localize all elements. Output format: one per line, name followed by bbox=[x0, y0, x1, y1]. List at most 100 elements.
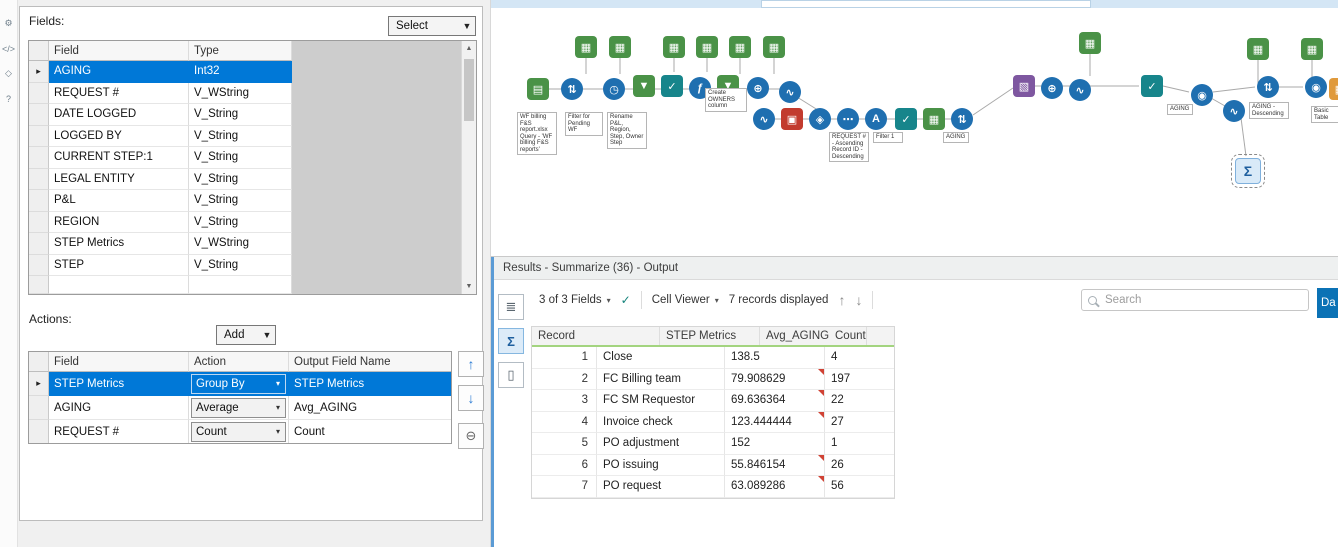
row-selector-cell[interactable] bbox=[29, 190, 49, 212]
action-field-cell[interactable]: REQUEST # bbox=[49, 420, 189, 443]
browse-tool-icon[interactable]: ◉ bbox=[1305, 76, 1327, 98]
actions-header-field[interactable]: Field bbox=[49, 352, 189, 372]
sort-tool-icon[interactable]: ⇅ bbox=[561, 78, 583, 100]
sort-tool-icon[interactable]: ⇅ bbox=[1257, 76, 1279, 98]
scroll-down-icon[interactable]: ▼ bbox=[462, 279, 476, 294]
results-row[interactable]: 5 PO adjustment 152 1 bbox=[532, 433, 894, 455]
field-row[interactable]: CURRENT STEP:1 V_String bbox=[29, 147, 461, 169]
canvas-horizontal-scrollbar[interactable] bbox=[491, 0, 1338, 8]
results-row[interactable]: 4 Invoice check 123.444444 27 bbox=[532, 411, 894, 433]
browse-anchor-icon[interactable]: ▦ bbox=[1247, 38, 1269, 60]
apply-check-icon[interactable]: ✓ bbox=[621, 293, 631, 307]
transform-tool-icon[interactable]: ∿ bbox=[779, 81, 801, 103]
results-row[interactable]: 7 PO request 63.089286 56 bbox=[532, 476, 894, 498]
results-input-anchor-icon[interactable]: ≣ bbox=[498, 294, 524, 320]
step-metrics-cell[interactable]: Invoice check bbox=[597, 411, 725, 433]
field-name-cell[interactable]: AGING bbox=[49, 61, 189, 83]
browse-anchor-icon[interactable]: ▦ bbox=[1301, 38, 1323, 60]
field-type-cell[interactable]: V_String bbox=[189, 254, 292, 276]
count-cell[interactable]: 4 bbox=[825, 347, 894, 369]
row-selector-cell[interactable] bbox=[29, 82, 49, 104]
browse-anchor-icon[interactable]: ▦ bbox=[1079, 32, 1101, 54]
code-icon[interactable]: </> bbox=[1, 41, 16, 56]
field-row[interactable]: REGION V_String bbox=[29, 211, 461, 233]
step-metrics-cell[interactable]: FC SM Requestor bbox=[597, 390, 725, 412]
sample-tool-icon[interactable]: ▧ bbox=[1013, 75, 1035, 97]
browse-anchor-icon[interactable]: ▦ bbox=[575, 36, 597, 58]
formula-tool-icon[interactable]: ◉ bbox=[1191, 84, 1213, 106]
row-selector-cell[interactable] bbox=[29, 125, 49, 147]
field-type-cell[interactable]: V_String bbox=[189, 147, 292, 169]
search-input[interactable] bbox=[1103, 293, 1302, 307]
up-arrow-icon[interactable]: ↑ bbox=[838, 292, 845, 308]
scrollbar-thumb[interactable] bbox=[464, 59, 474, 121]
output-field-name-cell[interactable]: Count bbox=[289, 420, 451, 443]
field-row[interactable]: P&L V_String bbox=[29, 190, 461, 212]
data-tab-button[interactable]: Da bbox=[1317, 288, 1338, 318]
record-number-cell[interactable]: 7 bbox=[532, 476, 597, 498]
action-row[interactable]: ▸ STEP Metrics Group By ▾ STEP Metrics bbox=[29, 372, 451, 396]
browse-anchor-icon[interactable]: ▦ bbox=[729, 36, 751, 58]
avg-aging-cell[interactable]: 69.636364 bbox=[725, 390, 825, 412]
field-name-cell[interactable]: REQUEST # bbox=[49, 82, 189, 104]
down-arrow-icon[interactable]: ↓ bbox=[855, 292, 862, 308]
browse-anchor-icon[interactable]: ▦ bbox=[663, 36, 685, 58]
count-cell[interactable]: 26 bbox=[825, 455, 894, 476]
fields-scrollbar[interactable]: ▲ ▼ bbox=[461, 41, 476, 294]
action-row[interactable]: AGING Average ▾ Avg_AGING bbox=[29, 396, 451, 420]
field-type-cell[interactable]: V_String bbox=[189, 125, 292, 147]
actions-header-action[interactable]: Action bbox=[189, 352, 289, 372]
record-number-cell[interactable]: 4 bbox=[532, 411, 597, 433]
results-row[interactable]: 1 Close 138.5 4 bbox=[532, 347, 894, 369]
select-tool-icon[interactable]: ✓ bbox=[895, 108, 917, 130]
field-row[interactable]: STEP Metrics V_WString bbox=[29, 233, 461, 255]
select-tool-icon[interactable]: ✓ bbox=[1141, 75, 1163, 97]
field-type-cell[interactable]: V_String bbox=[189, 211, 292, 233]
move-down-button[interactable]: ↓ bbox=[458, 385, 484, 411]
report-tool-icon[interactable]: ▣ bbox=[781, 108, 803, 130]
action-field-cell[interactable]: STEP Metrics bbox=[49, 372, 189, 396]
row-selector-cell[interactable] bbox=[29, 147, 49, 169]
field-type-cell[interactable]: V_WString bbox=[189, 82, 292, 104]
avg-aging-cell[interactable]: 63.089286 bbox=[725, 476, 825, 498]
count-cell[interactable]: 1 bbox=[825, 433, 894, 455]
field-row[interactable]: LOGGED BY V_String bbox=[29, 125, 461, 147]
fields-header-field[interactable]: Field bbox=[49, 41, 189, 61]
field-name-cell[interactable]: P&L bbox=[49, 190, 189, 212]
record-number-cell[interactable]: 5 bbox=[532, 433, 597, 455]
union-tool-icon[interactable]: ⊕ bbox=[747, 77, 769, 99]
results-column-header[interactable]: Count bbox=[829, 327, 867, 345]
results-row[interactable]: 2 FC Billing team 79.908629 197 bbox=[532, 368, 894, 390]
field-name-cell[interactable]: LEGAL ENTITY bbox=[49, 168, 189, 190]
step-metrics-cell[interactable]: PO adjustment bbox=[597, 433, 725, 455]
add-action-dropdown[interactable]: Add ▼ bbox=[216, 325, 276, 345]
union-tool-icon[interactable]: ⊕ bbox=[1041, 77, 1063, 99]
results-output-anchor-icon[interactable]: ▯ bbox=[498, 362, 524, 388]
regex-tool-icon[interactable]: A bbox=[865, 108, 887, 130]
tag-icon[interactable]: ◇ bbox=[1, 66, 16, 81]
transform-tool-icon[interactable]: ∿ bbox=[1069, 79, 1091, 101]
count-cell[interactable]: 197 bbox=[825, 369, 894, 390]
table-tool-icon[interactable]: ▦ bbox=[1329, 78, 1338, 100]
field-name-cell[interactable]: STEP bbox=[49, 254, 189, 276]
scroll-up-icon[interactable]: ▲ bbox=[462, 41, 476, 56]
action-select[interactable]: Count ▾ bbox=[191, 421, 286, 442]
action-select[interactable]: Average ▾ bbox=[191, 397, 286, 418]
record-number-cell[interactable]: 6 bbox=[532, 454, 597, 476]
remove-action-button[interactable]: ⊖ bbox=[458, 423, 484, 449]
step-metrics-cell[interactable]: FC Billing team bbox=[597, 368, 725, 390]
record-number-cell[interactable]: 1 bbox=[532, 347, 597, 369]
help-icon[interactable]: ? bbox=[1, 91, 16, 106]
datetime-tool-icon[interactable]: ◷ bbox=[603, 78, 625, 100]
step-metrics-cell[interactable]: PO request bbox=[597, 476, 725, 498]
workflow-canvas[interactable]: ▦▦▦▦▦▦▦▦▦▤⇅◷▼✓ƒ▼⊕∿∿▣◈⋯A✓▦⇅▧⊕∿✓◉∿⇅◉▦ΣWF b… bbox=[491, 0, 1338, 256]
gear-icon[interactable]: ⚙ bbox=[1, 16, 16, 31]
field-type-cell[interactable]: V_String bbox=[189, 190, 292, 212]
cell-viewer-dropdown[interactable]: Cell Viewer ▾ bbox=[652, 294, 719, 306]
fields-header-type[interactable]: Type bbox=[189, 41, 292, 61]
summarize-tool-icon[interactable]: Σ bbox=[1231, 154, 1265, 188]
count-cell[interactable]: 56 bbox=[825, 476, 894, 498]
field-name-cell[interactable]: DATE LOGGED bbox=[49, 104, 189, 126]
avg-aging-cell[interactable]: 138.5 bbox=[725, 347, 825, 369]
row-selector-cell[interactable] bbox=[29, 396, 49, 420]
